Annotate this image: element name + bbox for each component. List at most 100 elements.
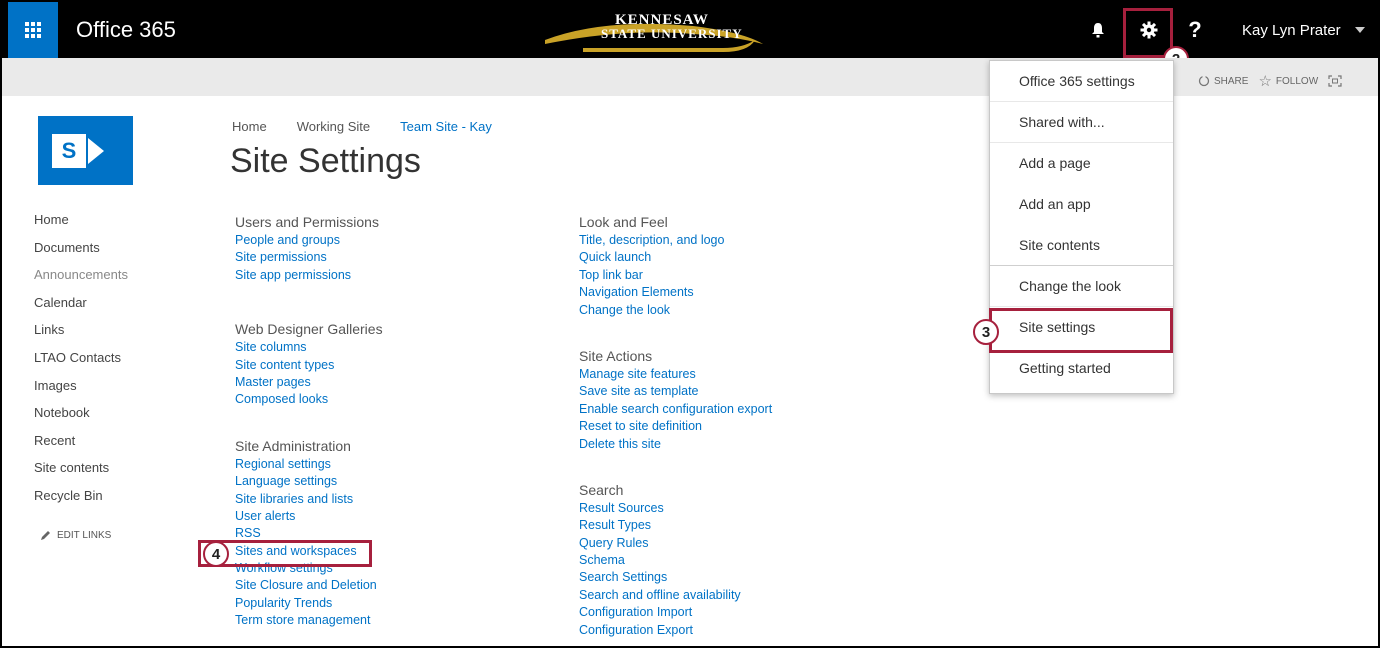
link-search-offline-availability[interactable]: Search and offline availability [579,587,772,604]
link-site-columns[interactable]: Site columns [235,339,383,356]
user-menu[interactable]: Kay Lyn Prater [1226,2,1376,58]
link-manage-site-features[interactable]: Manage site features [579,366,772,383]
nav-item-recycle-bin[interactable]: Recycle Bin [34,487,128,515]
link-site-closure-deletion[interactable]: Site Closure and Deletion [235,577,383,594]
edit-links-button[interactable]: EDIT LINKS [40,530,111,541]
link-search-settings[interactable]: Search Settings [579,569,772,586]
link-composed-looks[interactable]: Composed looks [235,391,383,408]
section-heading: Search [579,481,624,498]
link-site-app-permissions[interactable]: Site app permissions [235,267,383,284]
waffle-icon [25,22,41,38]
nav-item-calendar[interactable]: Calendar [34,294,128,322]
nav-item-announcements[interactable]: Announcements [34,266,128,294]
nav-item-site-contents[interactable]: Site contents [34,459,128,487]
section-heading: Look and Feel [579,214,668,230]
link-top-link-bar[interactable]: Top link bar [579,267,772,284]
link-master-pages[interactable]: Master pages [235,374,383,391]
link-navigation-elements[interactable]: Navigation Elements [579,284,772,301]
link-enable-search-config-export[interactable]: Enable search configuration export [579,401,772,418]
page-actions: SHARE ☆ FOLLOW [1198,72,1342,90]
site-actions-section: Site Actions Manage site features Save s… [579,347,772,453]
link-site-content-types[interactable]: Site content types [235,357,383,374]
edit-links-label: EDIT LINKS [57,530,112,541]
link-query-rules[interactable]: Query Rules [579,535,772,552]
share-icon [1198,75,1210,87]
quick-launch-nav: Home Documents Announcements Calendar Li… [34,211,128,515]
screenshot-frame: Office 365 KENNESAW STATE UNIVERSITY ? K… [0,0,1380,648]
logo-text-line2: STATE UNIVERSITY [601,26,743,41]
breadcrumb: Home Working Site Team Site - Kay [232,119,492,134]
link-save-site-as-template[interactable]: Save site as template [579,383,772,400]
bell-icon [1092,23,1104,38]
look-feel-section: Look and Feel Title, description, and lo… [579,213,772,319]
galleries-section: Web Designer Galleries Site columns Site… [235,320,383,409]
link-language-settings[interactable]: Language settings [235,473,383,490]
site-logo[interactable]: S [38,116,133,185]
link-regional-settings[interactable]: Regional settings [235,456,383,473]
settings-column-2: Look and Feel Title, description, and lo… [579,213,772,639]
question-icon: ? [1188,17,1202,42]
callout-4: 4 [203,541,229,567]
link-title-description-logo[interactable]: Title, description, and logo [579,232,772,249]
caret-down-icon [1354,27,1365,33]
page-title: Site Settings [230,142,421,180]
star-icon: ☆ [1258,73,1272,90]
focus-icon [1328,75,1342,87]
link-change-the-look[interactable]: Change the look [579,302,772,319]
breadcrumb-home[interactable]: Home [232,119,267,134]
breadcrumb-working-site[interactable]: Working Site [297,119,370,134]
callout-3: 3 [973,319,999,345]
notifications-button[interactable] [1076,2,1120,58]
sharepoint-arrow-icon [88,138,104,164]
link-result-types[interactable]: Result Types [579,517,772,534]
link-configuration-export[interactable]: Configuration Export [579,622,772,639]
link-configuration-import[interactable]: Configuration Import [579,604,772,621]
breadcrumb-current-site[interactable]: Team Site - Kay [400,119,492,134]
link-site-permissions[interactable]: Site permissions [235,249,383,266]
settings-column-1: Users and Permissions People and groups … [235,213,383,630]
link-term-store[interactable]: Term store management [235,612,383,629]
sharepoint-s-icon: S [52,134,86,168]
follow-label: FOLLOW [1275,75,1319,87]
nav-item-documents[interactable]: Documents [34,239,128,267]
app-launcher-button[interactable] [8,2,58,58]
menu-item-getting-started[interactable]: Getting started [990,348,1173,389]
nav-item-images[interactable]: Images [34,377,128,405]
link-user-alerts[interactable]: User alerts [235,508,383,525]
menu-item-office365-settings[interactable]: Office 365 settings [990,61,1173,102]
link-result-sources[interactable]: Result Sources [579,500,772,517]
nav-item-recent[interactable]: Recent [34,432,128,460]
menu-item-site-contents[interactable]: Site contents [990,225,1173,266]
link-schema[interactable]: Schema [579,552,772,569]
nav-item-notebook[interactable]: Notebook [34,404,128,432]
user-name: Kay Lyn Prater [1242,21,1341,39]
nav-item-links[interactable]: Links [34,321,128,349]
share-label: SHARE [1214,75,1249,87]
focus-content-button[interactable] [1328,75,1342,87]
section-heading: Users and Permissions [235,214,379,230]
section-heading: Site Administration [235,437,351,454]
university-logo: KENNESAW STATE UNIVERSITY [543,10,765,52]
nav-item-ltao-contacts[interactable]: LTAO Contacts [34,349,128,377]
nav-item-home[interactable]: Home [34,211,128,239]
section-heading: Web Designer Galleries [235,321,383,338]
link-reset-site-definition[interactable]: Reset to site definition [579,418,772,435]
link-people-groups[interactable]: People and groups [235,232,383,249]
search-section: Search Result Sources Result Types Query… [579,481,772,639]
link-site-libraries-lists[interactable]: Site libraries and lists [235,491,383,508]
menu-item-change-the-look[interactable]: Change the look [990,266,1173,307]
follow-button[interactable]: ☆ FOLLOW [1258,72,1318,90]
link-popularity-trends[interactable]: Popularity Trends [235,595,383,612]
link-delete-this-site[interactable]: Delete this site [579,436,772,453]
section-heading: Site Actions [579,347,653,364]
pencil-icon [41,531,50,540]
link-quick-launch[interactable]: Quick launch [579,249,772,266]
menu-item-add-page[interactable]: Add a page [990,143,1173,184]
menu-item-shared-with[interactable]: Shared with... [990,102,1173,143]
menu-item-add-app[interactable]: Add an app [990,184,1173,225]
site-settings-highlight-box [989,308,1173,353]
share-button[interactable]: SHARE [1198,75,1248,87]
users-permissions-section: Users and Permissions People and groups … [235,213,383,284]
site-admin-section: Site Administration Regional settings La… [235,437,383,630]
brand-title[interactable]: Office 365 [76,17,176,43]
